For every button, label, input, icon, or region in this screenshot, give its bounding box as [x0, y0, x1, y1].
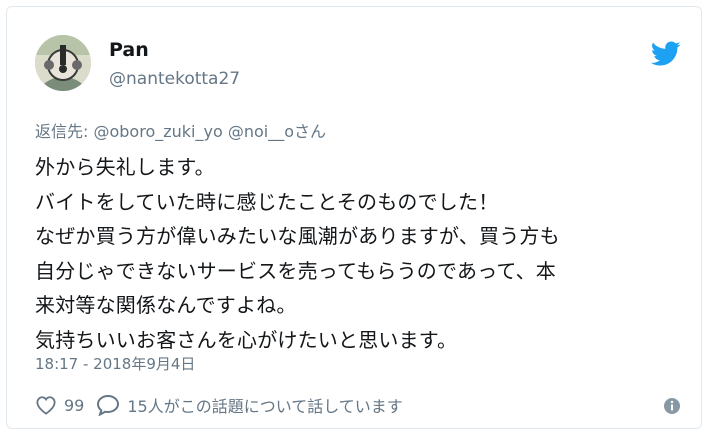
tweet-line: なぜか買う方が偉いみたいな風潮がありますが、買う方も	[35, 224, 560, 248]
avatar-illustration	[35, 35, 91, 91]
heart-icon	[36, 396, 56, 415]
speech-bubble-icon	[97, 394, 120, 416]
reply-suffix: さん	[294, 122, 327, 141]
tweet-card: Pan @nantekotta27 返信先: @oboro_zuki_yo @n…	[6, 6, 702, 429]
conversation-text: 15人がこの話題について話しています	[127, 397, 403, 416]
tweet-line: バイトをしていた時に感じたことそのものでした！	[35, 189, 499, 214]
twitter-bird-icon[interactable]	[651, 41, 681, 67]
user-handle[interactable]: @nantekotta27	[109, 69, 240, 89]
info-icon[interactable]	[663, 397, 681, 415]
conversation-button[interactable]: 15人がこの話題について話しています	[96, 393, 403, 417]
like-button[interactable]: 99	[35, 395, 84, 415]
tweet-line: 気持ちいいお客さんを心がけたいと思います。	[35, 327, 458, 352]
tweet-actions: 99 15人がこの話題について話しています	[35, 391, 403, 419]
like-count: 99	[64, 395, 85, 415]
tweet-line: 外から失礼します。	[35, 155, 215, 179]
tweet-text: 外から失礼します。 バイトをしていた時に感じたことそのものでした！ なぜか買う方…	[35, 150, 685, 357]
avatar[interactable]	[35, 35, 91, 91]
reply-mentions[interactable]: @oboro_zuki_yo @noi__o	[93, 122, 294, 141]
tweet-timestamp[interactable]: 18:17 - 2018年9月4日	[35, 353, 195, 374]
reply-context: 返信先: @oboro_zuki_yo @noi__oさん	[35, 118, 326, 142]
tweet-line: 来対等な関係なんですよね。	[35, 293, 297, 317]
tweet-line: 自分じゃできないサービスを売ってもらうのであって、本	[35, 258, 556, 283]
display-name[interactable]: Pan	[109, 39, 149, 61]
reply-prefix: 返信先:	[35, 122, 94, 141]
